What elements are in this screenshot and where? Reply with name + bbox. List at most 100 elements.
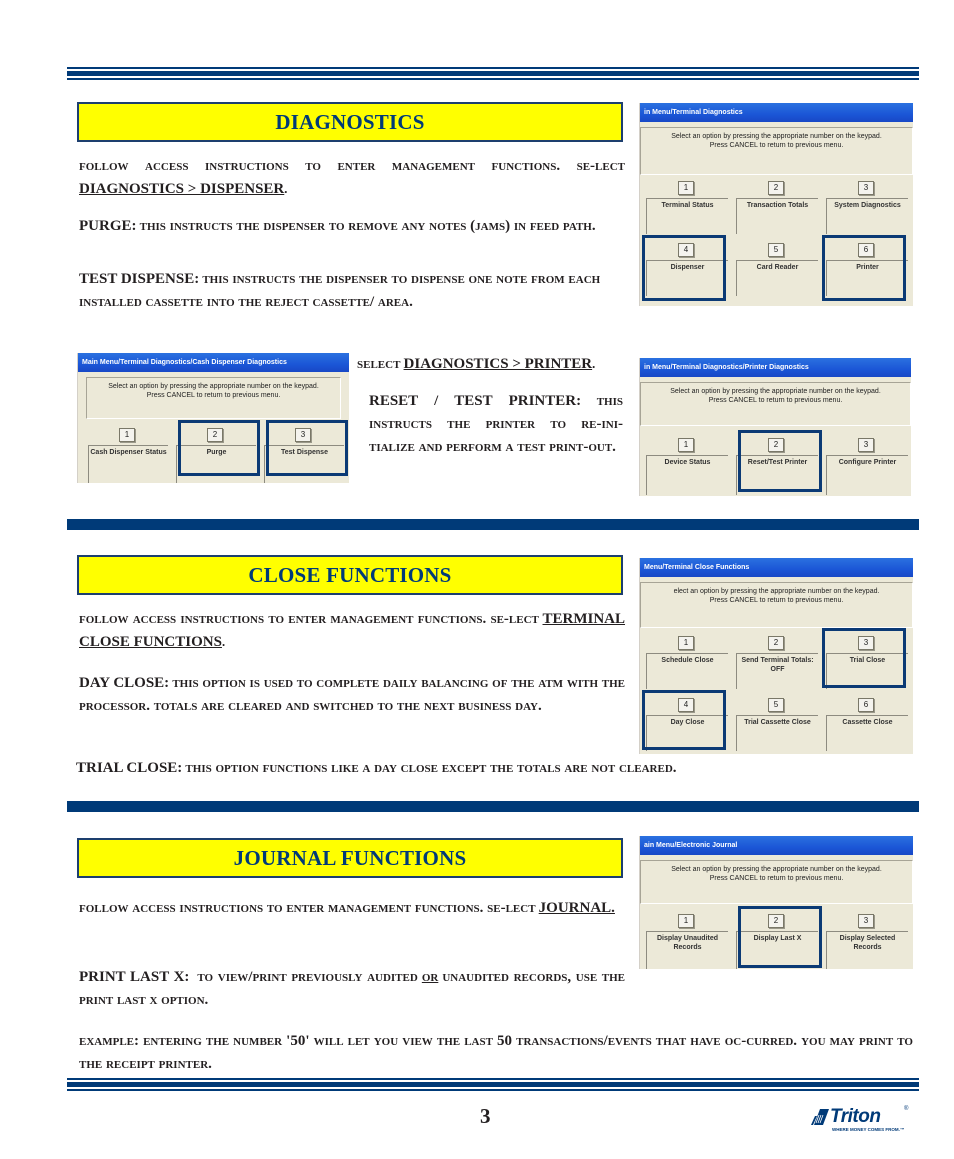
option-button-send-terminal-totals-off[interactable]: Send Terminal Totals: OFF [736, 653, 818, 689]
option-button-cash-dispenser-status[interactable]: Cash Dispenser Status [88, 445, 168, 483]
message-line-1: Select an option by pressing the appropr… [670, 388, 881, 395]
close-intro: Follow Access instructions to enter Mana… [79, 608, 625, 654]
message-line-2: Press CANCEL to return to previous menu. [146, 392, 281, 399]
screenshot-terminal-close-functions: Menu/Terminal Close Functions elect an o… [639, 558, 913, 754]
option-button-system-diagnostics[interactable]: System Diagnostics [826, 198, 908, 234]
option-button-schedule-close[interactable]: Schedule Close [646, 653, 728, 689]
option-number-5[interactable]: 5 [768, 698, 784, 712]
message-line-1: elect an option by pressing the appropri… [673, 588, 880, 595]
brand-name: Triton [830, 1106, 881, 1127]
print-last-x-description: PRINT LAST X: To view/print previously a… [79, 966, 625, 1012]
menu-path-journal: JOURNAL. [538, 900, 615, 916]
header-rule-thick [67, 71, 919, 76]
intro-end: . [284, 182, 288, 196]
print-last-x-text-a: To view/print previously audited [197, 969, 418, 985]
triton-swoosh-icon [811, 1109, 829, 1125]
intro-text: Follow Access instructions to enter Mana… [79, 158, 625, 174]
message-line-2: Press CANCEL to return to previous menu. [708, 397, 843, 404]
message-line-2: Press CANCEL to return to previous menu. [709, 875, 844, 882]
option-number-1[interactable]: 1 [678, 636, 694, 650]
message-line-1: Select an option by pressing the appropr… [108, 383, 319, 390]
footer-rule-thin [67, 1078, 919, 1080]
window-title: ain Menu/Electronic Journal [640, 836, 913, 855]
screenshot-electronic-journal: ain Menu/Electronic Journal Select an op… [639, 836, 913, 969]
close-functions-title-box: CLOSE FUNCTIONS [77, 555, 623, 595]
option-number-3[interactable]: 3 [858, 181, 874, 195]
option-number-1[interactable]: 1 [678, 181, 694, 195]
journal-functions-title: JOURNAL FUNCTIONS [233, 845, 467, 870]
window-title: in Menu/Terminal Diagnostics [640, 103, 913, 122]
option-button-cassette-close[interactable]: Cassette Close [826, 715, 908, 751]
option-button-device-status[interactable]: Device Status [646, 455, 728, 495]
printer-select-instruction: Select DIAGNOSTICS > PRINTER. [357, 353, 637, 376]
print-last-x-or: or [421, 969, 439, 985]
printer-end: . [592, 357, 596, 371]
test-dispense-description: TEST DISPENSE: This instructs the dispen… [79, 268, 625, 314]
footer-rule-thick [67, 1082, 919, 1087]
purge-label: PURGE: [79, 218, 137, 234]
intro-text: Follow Access instructions to enter Mana… [79, 900, 536, 916]
reset-test-label: RESET / TEST PRINTER: [369, 393, 582, 409]
option-button-transaction-totals[interactable]: Transaction Totals [736, 198, 818, 234]
highlight-frame [822, 235, 906, 301]
screenshot-terminal-diagnostics: in Menu/Terminal Diagnostics Select an o… [639, 103, 913, 306]
journal-functions-title-box: JOURNAL FUNCTIONS [77, 838, 623, 878]
option-button-configure-printer[interactable]: Configure Printer [826, 455, 908, 495]
purge-text: This instructs the dispenser to remove a… [139, 218, 596, 234]
brand-tagline: WHERE MONEY COMES FROM.™ [832, 1127, 905, 1132]
highlight-frame [178, 420, 260, 476]
purge-description: PURGE: This instructs the dispenser to r… [79, 215, 625, 238]
highlight-frame [822, 628, 906, 688]
option-number-2[interactable]: 2 [768, 636, 784, 650]
day-close-label: DAY CLOSE: [79, 675, 170, 691]
option-button-display-unaudited-records[interactable]: Display Unaudited Records [646, 931, 728, 969]
option-number-6[interactable]: 6 [858, 698, 874, 712]
header-rule-thin-lower [67, 78, 919, 80]
option-button-card-reader[interactable]: Card Reader [736, 260, 818, 296]
trial-close-description: TRIAL CLOSE: This option functions like … [76, 757, 836, 780]
option-number-3[interactable]: 3 [858, 914, 874, 928]
option-button-display-selected-records[interactable]: Display Selected Records [826, 931, 908, 969]
close-functions-title: CLOSE FUNCTIONS [248, 562, 452, 587]
intro-text: Follow Access instructions to enter Mana… [79, 611, 539, 627]
intro-end: . [221, 635, 226, 649]
highlight-frame [738, 430, 822, 492]
option-button-trial-cassette-close[interactable]: Trial Cassette Close [736, 715, 818, 751]
option-number-2[interactable]: 2 [768, 181, 784, 195]
trial-close-text: This option functions like a Day Close e… [185, 760, 677, 776]
highlight-frame [266, 420, 348, 476]
journal-intro: Follow Access instructions to enter Mana… [79, 897, 625, 920]
test-dispense-label: TEST DISPENSE: [79, 271, 200, 287]
footer-rule-thin-lower [67, 1089, 919, 1091]
menu-path-printer: DIAGNOSTICS > PRINTER [403, 356, 593, 372]
select-text: Select [357, 356, 401, 372]
section-divider [67, 519, 919, 530]
screenshot-printer-diagnostics: in Menu/Terminal Diagnostics/Printer Dia… [639, 358, 911, 496]
trademark: ® [904, 1106, 909, 1112]
section-divider [67, 801, 919, 812]
print-last-x-label: PRINT LAST X: [79, 969, 190, 985]
example-description: Example: Entering the number '50' will l… [79, 1030, 913, 1076]
menu-path-dispenser: DIAGNOSTICS > DISPENSER [79, 181, 285, 197]
window-title: Main Menu/Terminal Diagnostics/Cash Disp… [78, 353, 349, 372]
diagnostics-intro: Follow Access instructions to enter Mana… [79, 155, 625, 201]
reset-test-printer-description: RESET / TEST PRINTER: This instructs the… [369, 390, 623, 459]
option-number-1[interactable]: 1 [678, 438, 694, 452]
message-line-2: Press CANCEL to return to previous menu. [709, 597, 844, 604]
diagnostics-title: DIAGNOSTICS [275, 109, 425, 134]
example-text: Example: Entering the number '50' will l… [79, 1033, 913, 1072]
window-title: Menu/Terminal Close Functions [640, 558, 913, 577]
day-close-description: DAY CLOSE: This option is used to comple… [79, 672, 625, 718]
highlight-frame [642, 690, 726, 750]
screenshot-cash-dispenser-diagnostics: Main Menu/Terminal Diagnostics/Cash Disp… [77, 353, 349, 483]
header-rule-thin [67, 67, 919, 69]
option-button-terminal-status[interactable]: Terminal Status [646, 198, 728, 234]
option-number-3[interactable]: 3 [858, 438, 874, 452]
option-number-5[interactable]: 5 [768, 243, 784, 257]
option-number-1[interactable]: 1 [119, 428, 135, 442]
option-number-1[interactable]: 1 [678, 914, 694, 928]
window-title: in Menu/Terminal Diagnostics/Printer Dia… [640, 358, 911, 377]
highlight-frame [642, 235, 726, 301]
message-line-1: Select an option by pressing the appropr… [671, 133, 882, 140]
message-line-1: Select an option by pressing the appropr… [671, 866, 882, 873]
